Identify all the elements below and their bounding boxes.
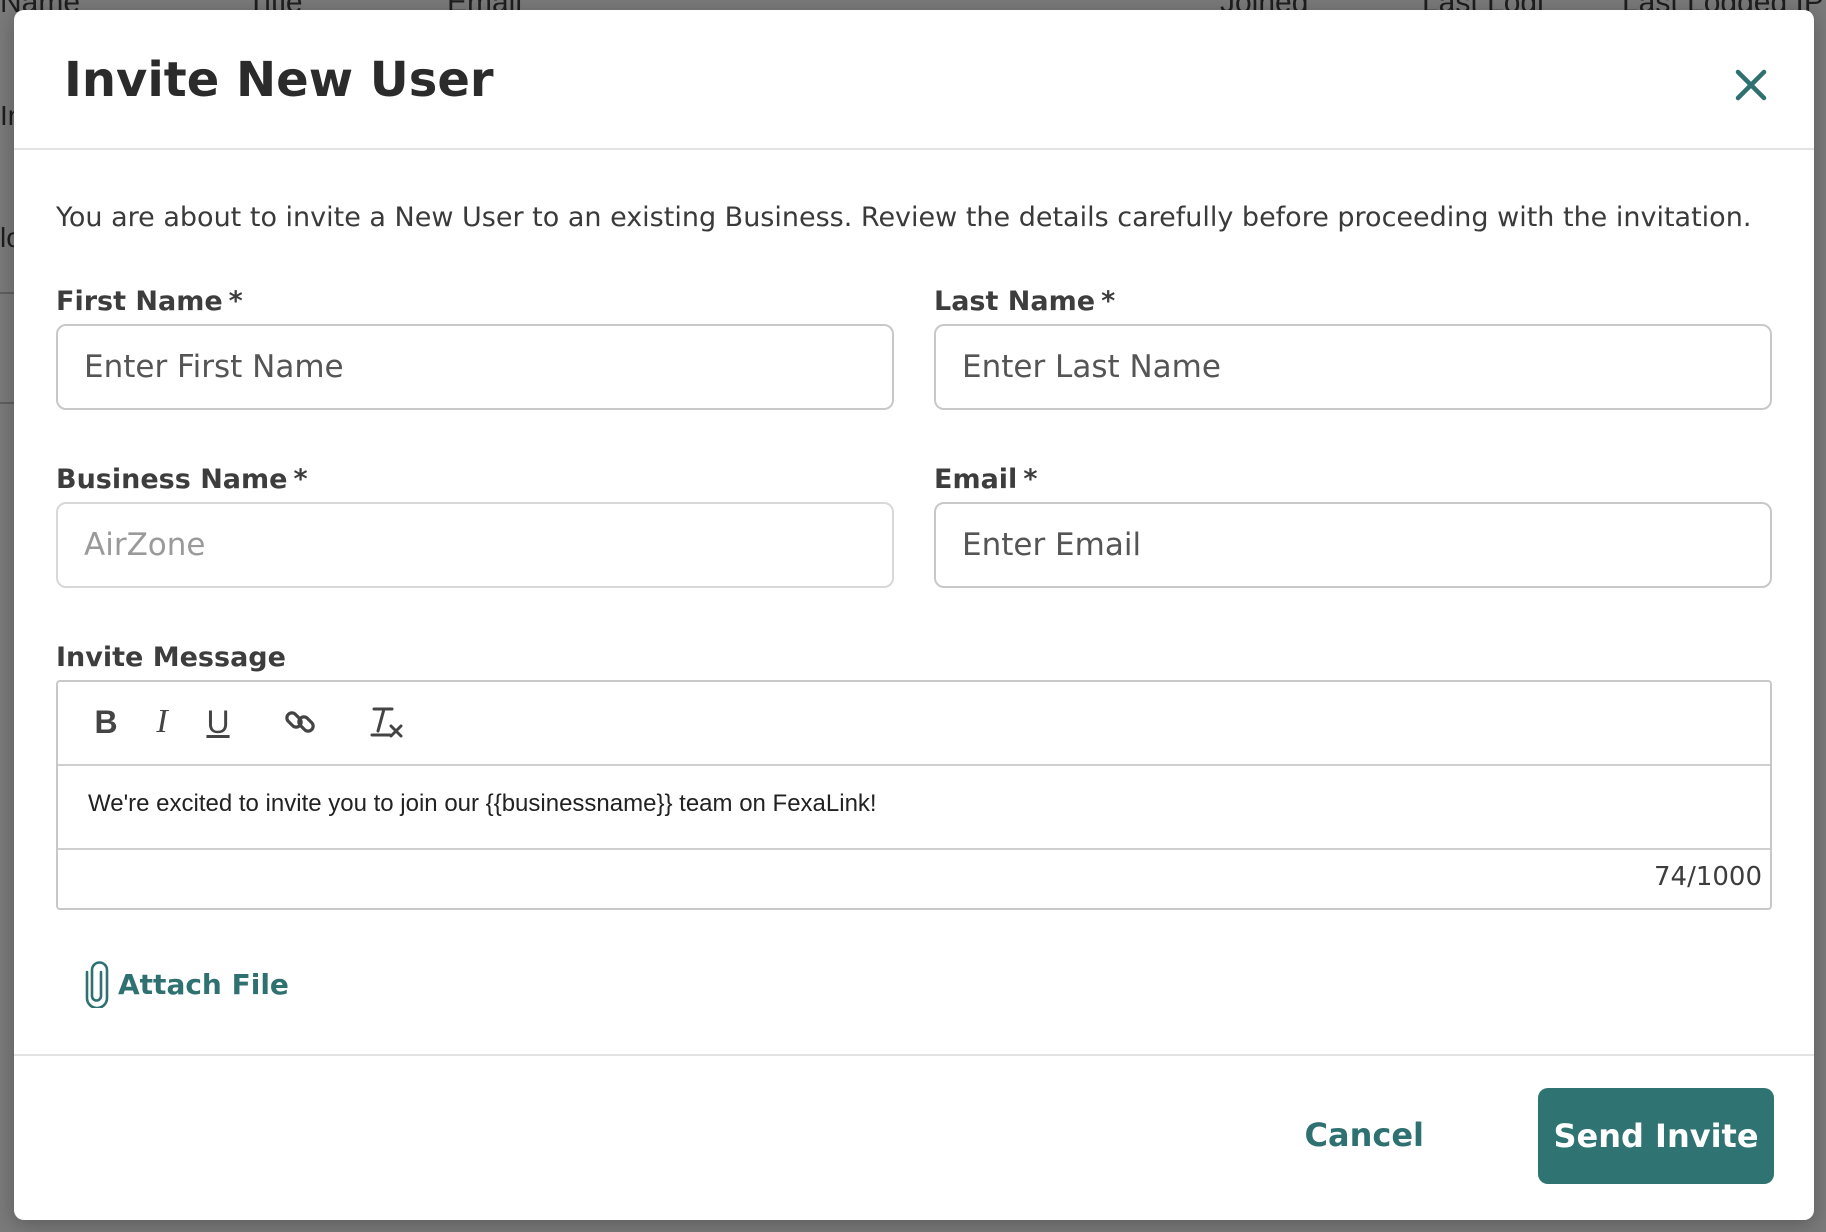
character-counter: 74/1000 xyxy=(1653,862,1762,892)
business-name-label: Business Name * xyxy=(56,464,308,495)
attach-file-label: Attach File xyxy=(118,967,289,1001)
business-name-input: AirZone xyxy=(56,502,894,588)
italic-button[interactable]: I xyxy=(140,700,184,744)
required-marker: * xyxy=(1023,464,1038,495)
invite-user-modal: Invite New User You are about to invite … xyxy=(14,10,1814,1220)
invite-message-label: Invite Message xyxy=(56,642,286,673)
bold-button[interactable]: B xyxy=(84,700,128,744)
first-name-label-text: First Name xyxy=(56,286,223,317)
last-name-label-text: Last Name xyxy=(934,286,1096,317)
modal-header: Invite New User xyxy=(14,10,1814,150)
paperclip-icon xyxy=(85,961,109,1008)
email-placeholder: Enter Email xyxy=(962,527,1142,563)
link-icon xyxy=(285,711,315,733)
invite-message-editor: B I U We're excited to invite you to joi… xyxy=(56,680,1772,910)
first-name-label: First Name * xyxy=(56,286,243,317)
editor-toolbar: B I U xyxy=(58,682,1770,766)
attach-file-button[interactable]: Attach File xyxy=(84,960,289,1008)
close-button[interactable] xyxy=(1726,60,1776,110)
modal-footer: Cancel Send Invite xyxy=(14,1054,1814,1220)
cancel-button[interactable]: Cancel xyxy=(1305,1116,1425,1154)
first-name-input[interactable]: Enter First Name xyxy=(56,324,894,410)
invite-message-text[interactable]: We're excited to invite you to join our … xyxy=(88,790,877,818)
business-name-label-text: Business Name xyxy=(56,464,288,495)
clear-format-icon xyxy=(370,707,403,738)
email-label-text: Email xyxy=(934,464,1018,495)
email-label: Email * xyxy=(934,464,1037,495)
modal-title: Invite New User xyxy=(64,52,494,108)
last-name-label: Last Name * xyxy=(934,286,1115,317)
intro-text: You are about to invite a New User to an… xyxy=(56,202,1752,233)
required-marker: * xyxy=(293,464,308,495)
underline-button[interactable]: U xyxy=(196,700,240,744)
email-input[interactable]: Enter Email xyxy=(934,502,1772,588)
last-name-placeholder: Enter Last Name xyxy=(962,349,1221,385)
first-name-placeholder: Enter First Name xyxy=(84,349,344,385)
link-button[interactable] xyxy=(278,700,322,744)
required-marker: * xyxy=(1101,286,1116,317)
editor-footer: 74/1000 xyxy=(58,848,1770,908)
business-name-value: AirZone xyxy=(84,527,206,563)
last-name-input[interactable]: Enter Last Name xyxy=(934,324,1772,410)
close-icon xyxy=(1735,69,1767,101)
required-marker: * xyxy=(228,286,243,317)
clear-format-button[interactable] xyxy=(364,700,408,744)
send-invite-button[interactable]: Send Invite xyxy=(1538,1088,1774,1184)
